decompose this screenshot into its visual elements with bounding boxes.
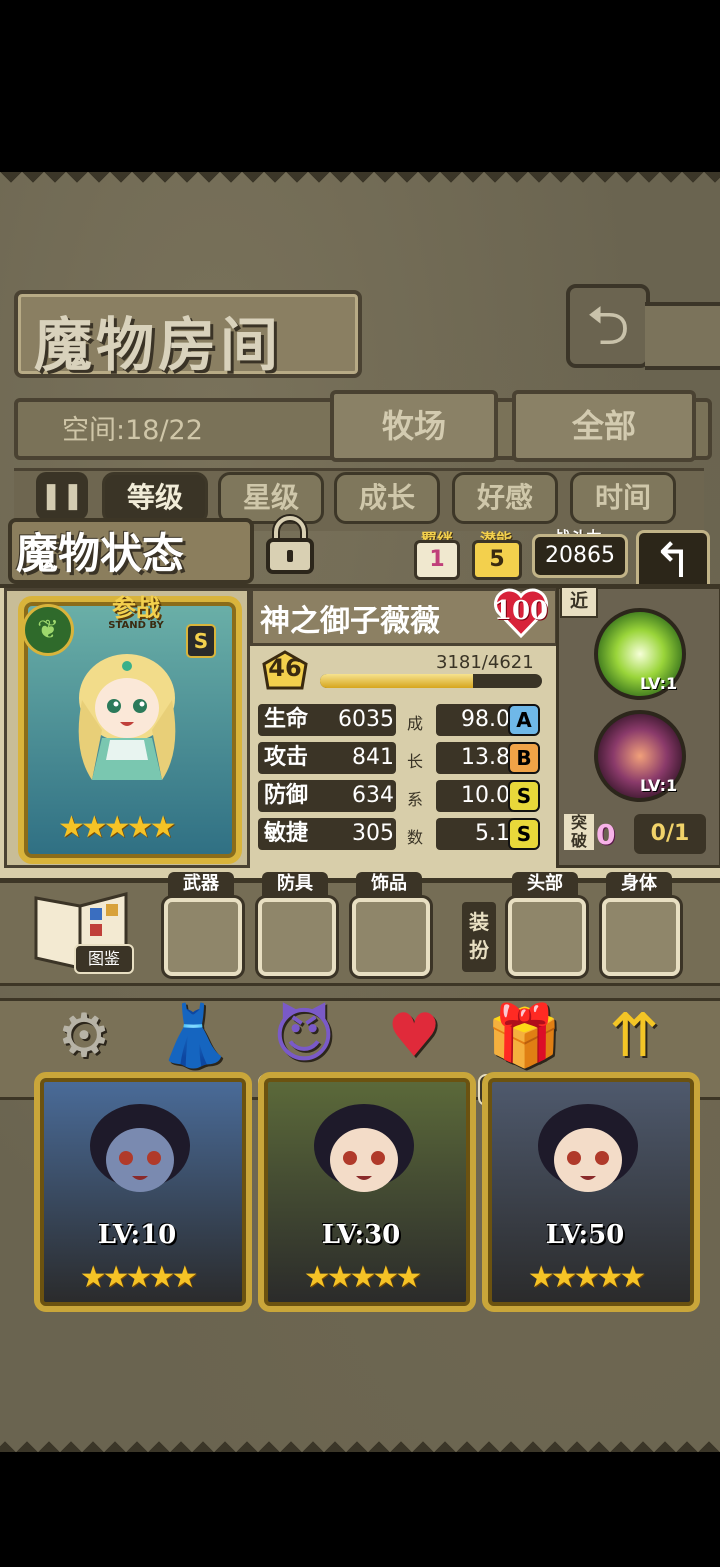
stat-growth: 98.0 xyxy=(436,704,516,736)
equip-slot[interactable] xyxy=(508,898,586,976)
game-screen: 魔物房间 ⮌ 空间:18/22 牧场 全部 ❚❚ 等级 星级 成长 好感 时间 魔物状态… xyxy=(0,172,720,1452)
monster-stars: ★★★★★ xyxy=(79,1260,198,1295)
break-progress[interactable]: 0/1 xyxy=(634,814,706,854)
page-title: 魔物房间 xyxy=(34,311,283,379)
sort-button[interactable]: 时间 xyxy=(570,472,676,524)
gear-icon: ⚙ xyxy=(57,1001,111,1071)
equip-slot[interactable] xyxy=(352,898,430,976)
equip-slot-label: 头部 xyxy=(512,872,578,896)
affection-value: 100 xyxy=(493,596,549,626)
stat-growth: 13.8 xyxy=(436,742,516,774)
sort-button[interactable]: 等级 xyxy=(102,472,208,524)
monster-level: LV:30 xyxy=(321,1220,401,1250)
tab-all[interactable]: 全部 xyxy=(512,390,696,462)
upgrade-arrows-icon: ⇈ xyxy=(608,1001,660,1071)
coefficient-char: 数 xyxy=(406,828,423,847)
stat-value: 305 xyxy=(352,821,394,846)
exp-bar xyxy=(320,674,542,688)
skill-1-level: LV:1 xyxy=(640,674,678,693)
bottom-border xyxy=(0,1430,720,1452)
stat-row: 防御 634 10.0 S xyxy=(258,780,548,812)
header-rail xyxy=(645,302,720,370)
stat-grade: S xyxy=(508,818,540,850)
standby-subtext: STAND BY xyxy=(108,620,164,631)
back-arrow-icon: ↰ xyxy=(652,533,694,589)
coefficient-char: 系 xyxy=(406,790,423,809)
dressup-text: 装扮 xyxy=(469,910,489,962)
monster-stars: ★★★★★ xyxy=(58,810,198,845)
equip-slot[interactable] xyxy=(164,898,242,976)
monster-portrait xyxy=(90,1104,190,1192)
lock-icon[interactable] xyxy=(262,514,318,576)
equip-slot-label: 身体 xyxy=(606,872,672,896)
monster-level: 46 xyxy=(268,654,302,682)
coefficient-char: 长 xyxy=(406,752,423,771)
monster-stars: ★★★★★ xyxy=(527,1260,646,1295)
equip-slot-label: 武器 xyxy=(168,872,234,896)
monster-level: LV:50 xyxy=(545,1220,625,1250)
monster-name: 神之御子薇薇 xyxy=(260,604,440,639)
star-icons: ★★★★★ xyxy=(58,810,177,845)
equip-slot-label: 饰品 xyxy=(356,872,422,896)
exp-text: 3181/4621 xyxy=(436,652,534,673)
coefficient-char: 成 xyxy=(406,714,423,733)
return-arrow-icon: ⮌ xyxy=(586,294,630,357)
exp-fill xyxy=(320,674,473,688)
break-label: 突破 xyxy=(564,814,594,850)
power-value: 20865 xyxy=(532,534,628,578)
sort-button[interactable]: 成长 xyxy=(334,472,440,524)
stat-grade: S xyxy=(508,780,540,812)
stat-row: 生命 6035 98.0 A xyxy=(258,704,548,736)
stat-row: 敏捷 305 5.1 S xyxy=(258,818,548,850)
stat-value: 6035 xyxy=(338,707,394,732)
stat-growth: 10.0 xyxy=(436,780,516,812)
equip-slot[interactable] xyxy=(258,898,336,976)
equip-slot[interactable] xyxy=(602,898,680,976)
monster-portrait xyxy=(314,1104,414,1192)
pause-icon: ❚❚ xyxy=(40,481,84,511)
stat-grade: A xyxy=(508,704,540,736)
monster-level: LV:10 xyxy=(97,1220,177,1250)
equip-slot-label: 防具 xyxy=(262,872,328,896)
stat-grade: B xyxy=(508,742,540,774)
space-counter: 空间:18/22 xyxy=(62,415,203,446)
standby-badge: 参战 STAND BY xyxy=(86,596,186,636)
demon-icon: 😈 xyxy=(272,1001,336,1071)
status-title: 魔物状态 xyxy=(16,529,185,578)
sort-button[interactable]: 好感 xyxy=(452,472,558,524)
monster-stars: ★★★★★ xyxy=(303,1260,422,1295)
break-value: 0 xyxy=(596,818,616,851)
tab-ranch[interactable]: 牧场 xyxy=(330,390,498,462)
stat-value: 841 xyxy=(352,745,394,770)
potential-value[interactable]: 5 xyxy=(472,540,522,580)
top-border xyxy=(0,172,720,194)
stat-row: 攻击 841 13.8 B xyxy=(258,742,548,774)
monster-portrait xyxy=(78,654,176,780)
dressup-label[interactable]: 装扮 xyxy=(462,902,496,972)
bond-value[interactable]: 1 xyxy=(414,540,460,580)
sort-order-button[interactable]: ❚❚ xyxy=(36,472,88,520)
skill-2-level: LV:1 xyxy=(640,776,678,795)
monster-portrait xyxy=(538,1104,638,1192)
return-button[interactable]: ⮌ xyxy=(566,284,650,368)
standby-text: 参战 xyxy=(112,594,160,622)
stat-growth: 5.1 xyxy=(436,818,516,850)
hearts-icon: ♥ xyxy=(387,1001,441,1071)
outfit-icon: 👗 xyxy=(156,1001,232,1071)
codex-label: 图鉴 xyxy=(74,944,134,974)
gift-icon: 🎁 xyxy=(486,1001,562,1071)
range-label: 近 xyxy=(560,586,598,618)
stat-value: 634 xyxy=(352,783,394,808)
